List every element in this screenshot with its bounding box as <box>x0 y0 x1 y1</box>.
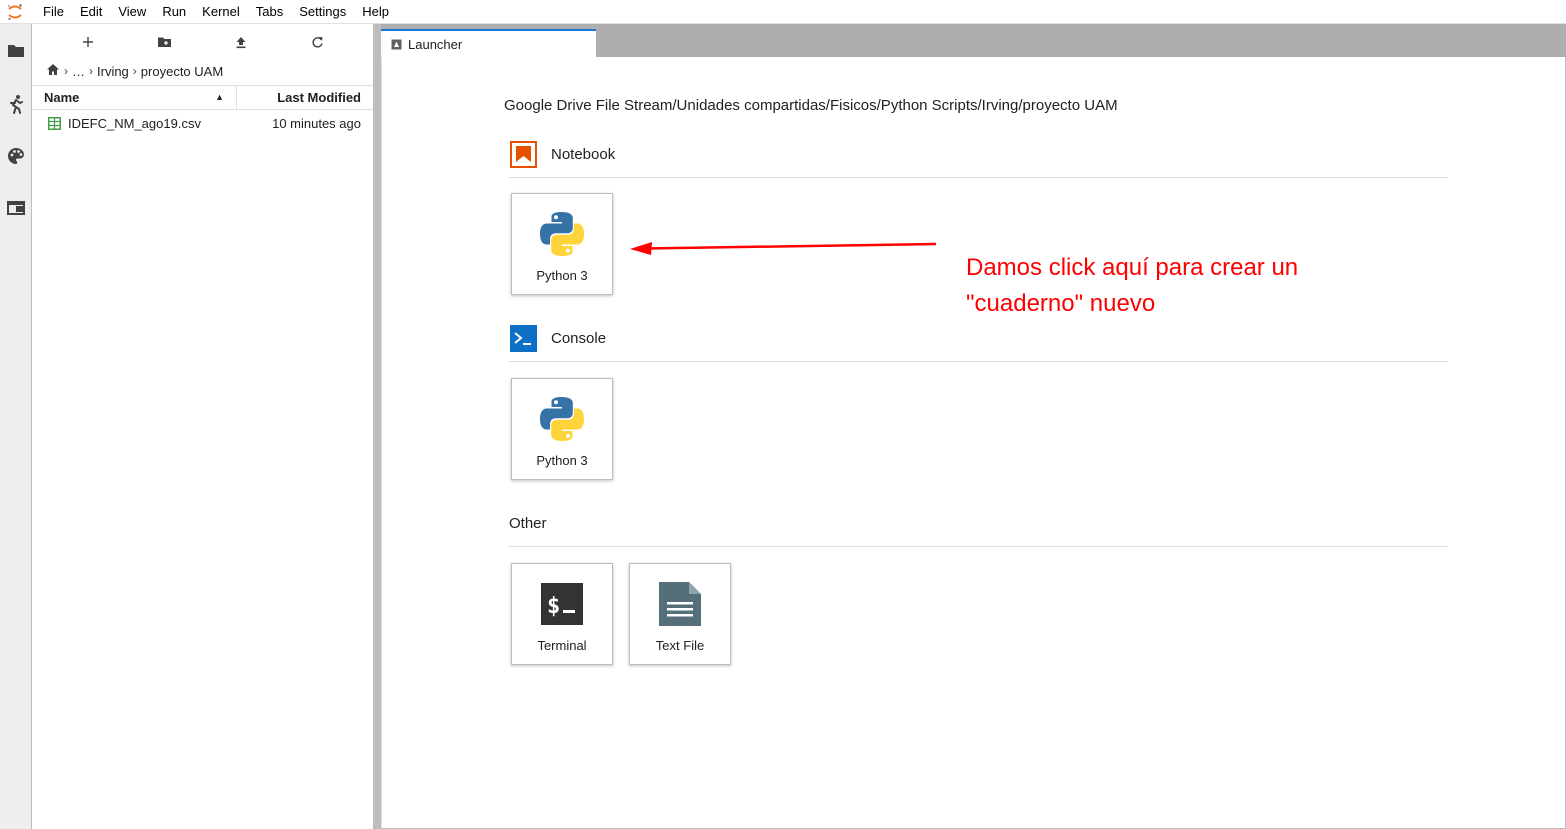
file-browser-tab-button[interactable] <box>0 34 31 66</box>
console-section-header: Console <box>510 324 606 352</box>
console-python3-card[interactable]: Python 3 <box>511 378 613 480</box>
annotation-text: Damos click aquí para crear un "cuaderno… <box>966 250 1298 322</box>
new-launcher-button[interactable] <box>75 32 101 52</box>
breadcrumb-irving[interactable]: Irving <box>97 64 129 79</box>
menu-file[interactable]: File <box>30 0 72 24</box>
name-column-label: Name <box>44 90 80 105</box>
launcher-icon <box>391 39 402 49</box>
file-modified: 10 minutes ago <box>272 115 361 131</box>
new-folder-button[interactable] <box>151 32 177 52</box>
menu-kernel[interactable]: Kernel <box>194 0 248 24</box>
plus-icon <box>83 37 93 47</box>
folder-icon <box>7 45 24 57</box>
upload-button[interactable] <box>228 32 254 52</box>
refresh-button[interactable] <box>304 32 330 52</box>
breadcrumb-separator: › <box>132 64 137 78</box>
breadcrumb-proyecto-uam[interactable]: proyecto UAM <box>141 64 223 79</box>
name-column-header[interactable]: Name ▲ <box>32 86 237 109</box>
terminal-card[interactable]: $ Terminal <box>511 563 613 665</box>
menu-bar: File Edit View Run Kernel Tabs Settings … <box>0 0 1566 24</box>
menu-settings[interactable]: Settings <box>291 0 354 24</box>
python-logo-icon <box>538 208 586 260</box>
command-palette-tab-button[interactable] <box>0 140 31 172</box>
menu-edit[interactable]: Edit <box>72 0 110 24</box>
section-divider <box>508 546 1448 547</box>
menu-help[interactable]: Help <box>354 0 397 24</box>
launcher-panel: Google Drive File Stream/Unidades compar… <box>381 57 1566 829</box>
tab-bar: Launcher <box>381 24 1566 57</box>
upload-icon <box>236 36 246 48</box>
menu-run[interactable]: Run <box>154 0 194 24</box>
running-icon <box>9 95 23 114</box>
annotation-arrow-icon <box>630 242 937 255</box>
file-browser-toolbar <box>32 24 374 58</box>
palette-icon <box>7 148 24 164</box>
tabs-icon <box>6 201 25 215</box>
current-directory-path: Google Drive File Stream/Unidades compar… <box>504 97 1118 114</box>
home-icon[interactable] <box>46 63 60 79</box>
file-name: IDEFC_NM_ago19.csv <box>68 115 201 131</box>
annotation-line-1: Damos click aquí para crear un <box>966 254 1299 281</box>
python-logo-icon <box>538 393 586 445</box>
breadcrumb-separator: › <box>64 64 68 78</box>
running-sessions-tab-button[interactable] <box>0 88 31 120</box>
last-modified-column-header[interactable]: Last Modified <box>237 86 374 109</box>
tab-label: Launcher <box>408 36 463 52</box>
panel-splitter[interactable] <box>373 24 381 829</box>
card-label: Terminal <box>537 638 587 653</box>
annotation-line-2: "cuaderno" nuevo <box>966 290 1156 317</box>
console-icon <box>510 324 537 352</box>
menu-view[interactable]: View <box>110 0 154 24</box>
file-row[interactable]: IDEFC_NM_ago19.csv 10 minutes ago <box>32 112 374 134</box>
sort-ascending-icon: ▲ <box>215 92 224 102</box>
main-area: Launcher Google Drive File Stream/Unidad… <box>381 24 1566 829</box>
notebook-icon <box>510 140 537 168</box>
file-browser-panel: › … › Irving › proyecto UAM Name ▲ Last … <box>32 24 374 829</box>
menu-tabs[interactable]: Tabs <box>248 0 291 24</box>
notebook-python3-card[interactable]: Python 3 <box>511 193 613 295</box>
breadcrumb: › … › Irving › proyecto UAM <box>46 62 223 80</box>
open-tabs-tab-button[interactable] <box>0 192 31 224</box>
jupyter-logo-icon <box>0 0 30 24</box>
card-label: Python 3 <box>536 453 588 468</box>
terminal-icon: $ <box>538 578 586 630</box>
text-file-icon <box>656 578 704 630</box>
file-list-header: Name ▲ Last Modified <box>32 85 374 110</box>
card-label: Python 3 <box>536 268 588 283</box>
breadcrumb-ellipsis[interactable]: … <box>72 64 85 79</box>
section-divider <box>508 177 1448 178</box>
notebook-section-header: Notebook <box>510 140 615 168</box>
new-folder-icon <box>157 37 171 47</box>
tab-launcher[interactable]: Launcher <box>381 29 596 57</box>
notebook-section-title: Notebook <box>551 145 616 163</box>
breadcrumb-separator: › <box>89 64 93 78</box>
spreadsheet-icon <box>46 115 62 131</box>
svg-text:$: $ <box>547 594 560 619</box>
card-label: Text File <box>655 638 705 653</box>
section-divider <box>508 361 1448 362</box>
console-section-title: Console <box>551 329 607 347</box>
text-file-card[interactable]: Text File <box>629 563 731 665</box>
refresh-icon <box>311 36 323 47</box>
other-section-header: Other <box>509 509 547 537</box>
activity-bar <box>0 24 32 829</box>
other-section-title: Other <box>509 514 547 532</box>
